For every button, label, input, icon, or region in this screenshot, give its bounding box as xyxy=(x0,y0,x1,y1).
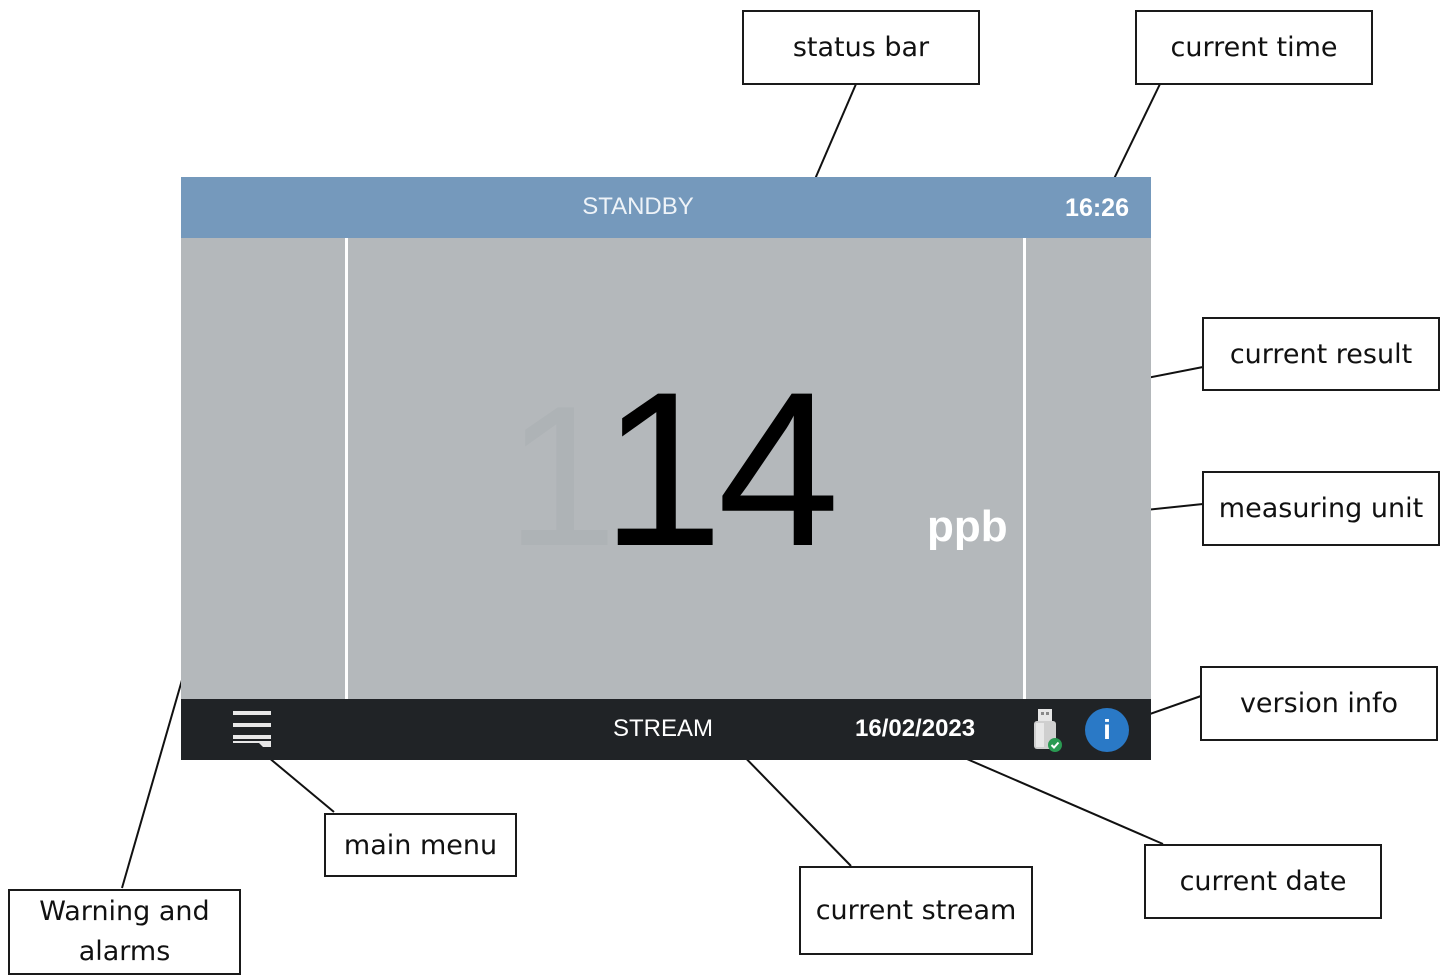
current-result: 14 xyxy=(601,346,840,592)
usb-drive-icon xyxy=(1029,707,1065,755)
callout-status-bar: status bar xyxy=(742,10,980,85)
current-stream[interactable]: STREAM xyxy=(613,715,713,743)
current-time: 16:26 xyxy=(1065,194,1129,222)
info-icon[interactable]: i xyxy=(1085,708,1129,752)
callout-main-menu: main menu xyxy=(324,813,517,877)
warnings-alarms-panel[interactable] xyxy=(181,238,345,699)
callout-current-date: current date xyxy=(1144,844,1382,919)
callout-warnings-alarms: Warning and alarms xyxy=(8,889,241,975)
callout-current-time: current time xyxy=(1135,10,1373,85)
bottom-bar: STREAM 16/02/2023 i xyxy=(181,699,1151,760)
measuring-unit: ppb xyxy=(927,502,1008,551)
left-divider xyxy=(345,238,348,699)
callout-version-info: version info xyxy=(1200,666,1438,741)
hamburger-menu-icon[interactable] xyxy=(233,711,271,747)
callout-current-result: current result xyxy=(1202,317,1440,391)
status-text: STANDBY xyxy=(582,193,694,220)
callout-current-stream: current stream xyxy=(799,866,1033,955)
callout-measuring-unit: measuring unit xyxy=(1202,471,1440,546)
device-screen: STANDBY 16:26 1 14 ppb STREAM 16/02/2023 xyxy=(181,177,1151,760)
right-divider xyxy=(1023,238,1026,699)
status-bar: STANDBY 16:26 xyxy=(181,177,1151,238)
current-date: 16/02/2023 xyxy=(855,715,976,742)
